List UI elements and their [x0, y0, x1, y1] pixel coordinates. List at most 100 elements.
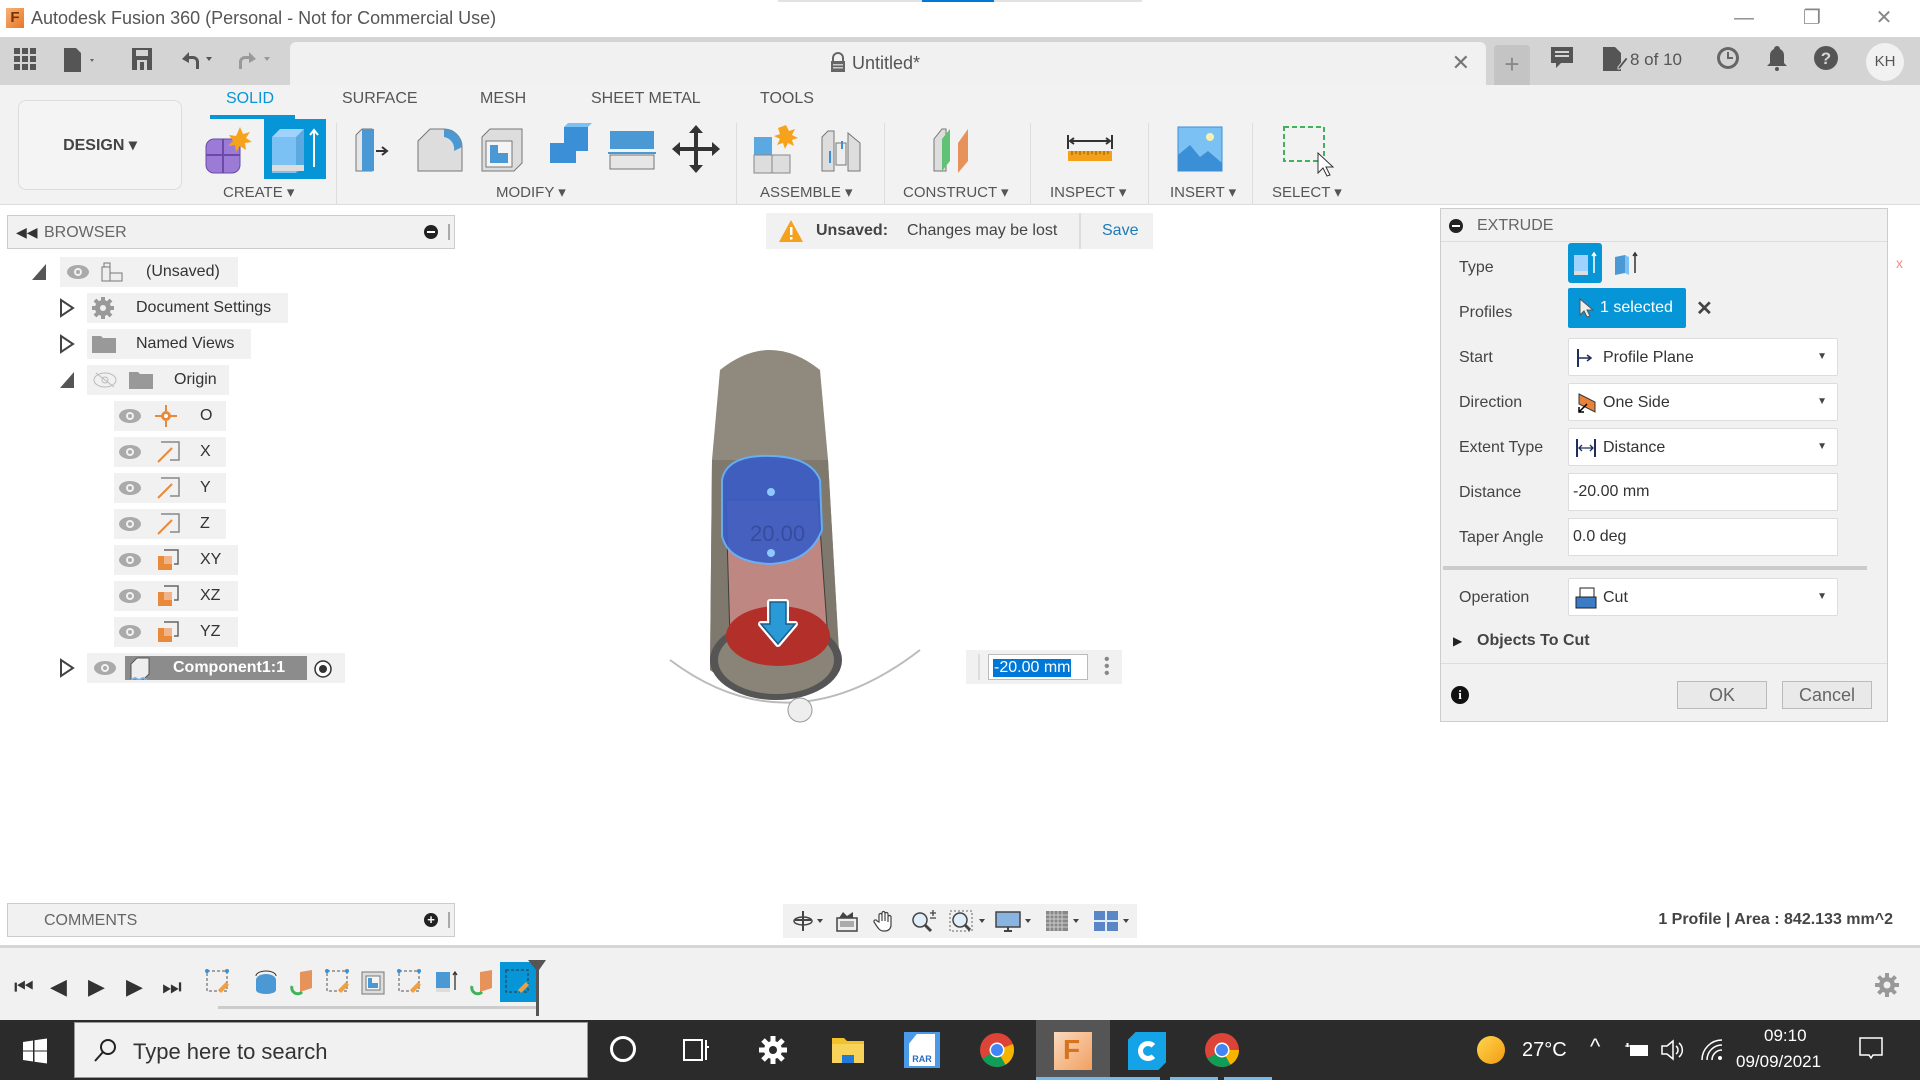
eye-icon[interactable] — [118, 408, 142, 424]
construct-menu[interactable]: CONSTRUCT ▾ — [903, 183, 1009, 201]
inspect-menu[interactable]: INSPECT ▾ — [1050, 183, 1126, 201]
activate-radio-icon[interactable] — [313, 659, 333, 679]
clock-icon[interactable] — [1714, 45, 1742, 75]
cortana-icon[interactable] — [610, 1036, 636, 1062]
tree-item-y-axis[interactable]: Y — [114, 473, 226, 503]
step-back-icon[interactable]: ◀ — [50, 974, 67, 1000]
offset-plane-tool[interactable] — [928, 121, 984, 177]
undo-icon[interactable] — [178, 47, 218, 75]
close-window-button[interactable]: ✕ — [1864, 4, 1904, 32]
timeline-shell-icon[interactable] — [360, 968, 388, 996]
objects-to-cut-section[interactable]: Objects To Cut — [1477, 632, 1590, 650]
minimize-button[interactable]: — — [1724, 4, 1764, 32]
offset-face-tool[interactable] — [604, 121, 660, 177]
save-link[interactable]: Save — [1102, 222, 1138, 240]
panel-pin-handle[interactable] — [448, 912, 450, 928]
restore-button[interactable]: ❐ — [1792, 4, 1832, 32]
eye-hidden-icon[interactable] — [93, 372, 117, 388]
tab-mesh[interactable]: MESH — [480, 90, 526, 108]
eye-icon[interactable] — [118, 480, 142, 496]
wifi-icon[interactable] — [1700, 1038, 1724, 1062]
taskbar-search-box[interactable]: Type here to search — [74, 1022, 588, 1078]
assemble-menu[interactable]: ASSEMBLE ▾ — [760, 183, 853, 201]
collapse-triangle-icon[interactable] — [30, 262, 48, 282]
ok-button[interactable]: OK — [1677, 681, 1767, 709]
insert-menu[interactable]: INSERT ▾ — [1170, 183, 1236, 201]
eye-icon[interactable] — [118, 588, 142, 604]
clock-date[interactable]: 09/09/2021 — [1736, 1052, 1821, 1072]
eye-icon[interactable] — [118, 516, 142, 532]
notifications-bell-icon[interactable] — [1764, 45, 1790, 75]
tree-item-xz-plane[interactable]: XZ — [114, 581, 238, 611]
show-hidden-icons-chevron[interactable]: ^ — [1590, 1034, 1600, 1060]
tree-item-root[interactable]: (Unsaved) — [60, 257, 238, 287]
cura-icon[interactable] — [1128, 1032, 1166, 1070]
tab-surface[interactable]: SURFACE — [342, 90, 418, 108]
play-icon[interactable]: ▶ — [88, 974, 105, 1000]
workspace-switcher-button[interactable]: DESIGN ▾ — [18, 100, 182, 190]
job-status-icon[interactable] — [1598, 45, 1630, 75]
timeline-settings-gear-icon[interactable] — [1874, 972, 1900, 998]
document-tab[interactable]: Untitled* ✕ — [290, 42, 1486, 85]
grid-settings-icon[interactable] — [1045, 910, 1085, 932]
timeline-sketch-icon[interactable] — [324, 968, 352, 996]
zoom-icon[interactable] — [911, 910, 937, 932]
battery-charging-icon[interactable] — [1624, 1040, 1650, 1060]
settings-gear-icon[interactable] — [755, 1032, 791, 1068]
type-thin-button[interactable] — [1609, 243, 1643, 283]
user-avatar[interactable]: KH — [1866, 43, 1904, 81]
fit-zoom-window-icon[interactable] — [949, 910, 989, 932]
viewports-icon[interactable] — [1093, 910, 1133, 932]
eye-icon[interactable] — [118, 444, 142, 460]
start-dropdown[interactable]: Profile Plane ▼ — [1568, 338, 1838, 376]
timeline-sketch-icon[interactable] — [396, 968, 424, 996]
tree-item-named-views[interactable]: Named Views — [87, 329, 251, 359]
info-icon[interactable]: i — [1451, 686, 1469, 704]
collapse-triangle-icon[interactable] — [58, 370, 76, 390]
shell-tool[interactable] — [474, 121, 530, 177]
volume-icon[interactable] — [1660, 1038, 1684, 1062]
tab-solid[interactable]: SOLID — [226, 90, 274, 108]
distance-input[interactable] — [1568, 473, 1838, 511]
timeline-sketch-icon[interactable] — [204, 968, 232, 996]
move-copy-tool[interactable] — [668, 121, 724, 177]
operation-dropdown[interactable]: Cut ▼ — [1568, 578, 1838, 616]
collapse-dialog-icon[interactable] — [1449, 219, 1463, 233]
tree-item-z-axis[interactable]: Z — [114, 509, 226, 539]
expand-triangle-icon[interactable] — [58, 658, 76, 678]
file-explorer-icon[interactable] — [830, 1032, 866, 1068]
eye-icon[interactable] — [118, 624, 142, 640]
winrar-icon[interactable]: RAR — [904, 1032, 940, 1068]
look-at-icon[interactable] — [835, 910, 859, 932]
redo-icon[interactable] — [236, 47, 276, 75]
comments-icon[interactable] — [1548, 45, 1576, 75]
direction-dropdown[interactable]: One Side ▼ — [1568, 383, 1838, 421]
save-icon[interactable] — [130, 47, 154, 75]
chrome-icon[interactable] — [979, 1032, 1015, 1068]
file-menu-icon[interactable] — [62, 47, 102, 75]
eye-icon[interactable] — [93, 660, 117, 676]
timeline-plane-icon[interactable] — [288, 968, 316, 996]
joint-tool[interactable] — [814, 121, 870, 177]
more-options-icon[interactable]: • • • — [1104, 652, 1110, 682]
tab-tools[interactable]: TOOLS — [760, 90, 814, 108]
tree-item-origin[interactable]: Origin — [87, 365, 229, 395]
drag-grip[interactable] — [970, 654, 980, 680]
fusion-360-taskbar-icon[interactable]: F — [1054, 1032, 1092, 1070]
windows-start-icon[interactable] — [22, 1038, 48, 1064]
new-tab-button[interactable]: + — [1494, 45, 1530, 85]
tree-item-component1[interactable]: Component1:1 — [87, 653, 345, 683]
taper-angle-input[interactable] — [1568, 518, 1838, 556]
profiles-selection-button[interactable]: 1 selected — [1568, 288, 1686, 328]
temperature[interactable]: 27°C — [1522, 1039, 1567, 1062]
add-comment-icon[interactable]: + — [424, 913, 438, 927]
tree-item-yz-plane[interactable]: YZ — [114, 617, 238, 647]
extrude-tool[interactable] — [264, 119, 326, 179]
help-icon[interactable]: ? — [1812, 45, 1840, 75]
combine-tool[interactable] — [540, 121, 596, 177]
type-solid-button[interactable] — [1568, 243, 1602, 283]
close-tab-button[interactable]: ✕ — [1452, 50, 1470, 76]
weather-sun-icon[interactable] — [1477, 1036, 1505, 1064]
insert-image-tool[interactable] — [1172, 121, 1228, 177]
orbit-icon[interactable] — [791, 910, 825, 932]
